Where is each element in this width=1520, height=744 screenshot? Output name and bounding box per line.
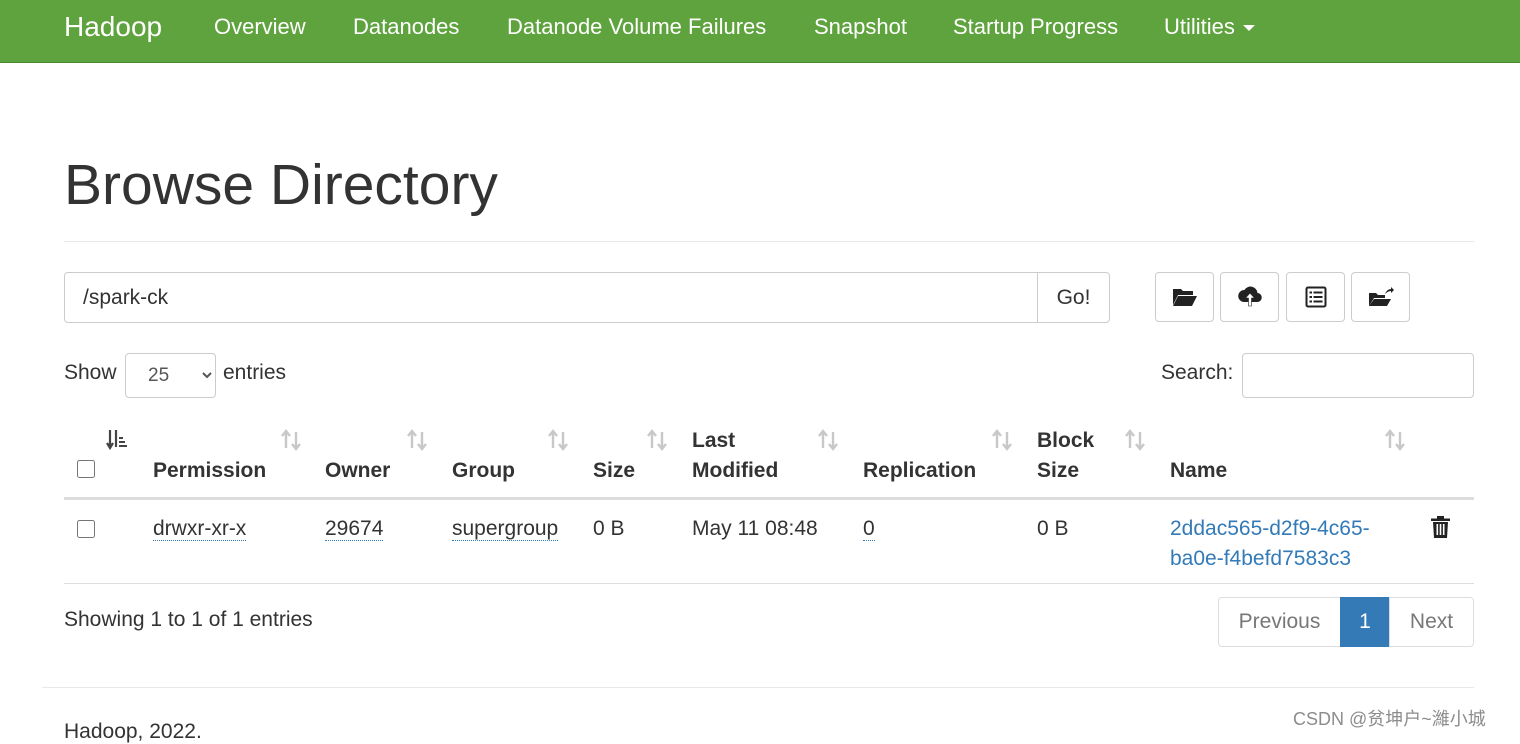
move-files-button[interactable] <box>1351 272 1410 322</box>
previous-page-button[interactable]: Previous <box>1218 597 1341 647</box>
upload-files-button[interactable] <box>1220 272 1279 322</box>
sort-icon[interactable] <box>279 428 303 452</box>
column-header-block-size-line1[interactable]: Block <box>1037 426 1094 456</box>
navbar-brand[interactable]: Hadoop <box>64 11 162 43</box>
entries-label: entries <box>223 361 287 384</box>
replication-value[interactable]: 0 <box>863 517 875 541</box>
nav-snapshot[interactable]: Snapshot <box>814 14 907 40</box>
watermark: CSDN @贫坤户~濰小城 <box>1293 709 1486 729</box>
column-header-replication[interactable]: Replication <box>863 456 976 486</box>
top-navbar: Hadoop Overview Datanodes Datanode Volum… <box>0 0 1520 63</box>
show-label: Show <box>64 361 117 384</box>
sort-icon[interactable] <box>405 428 429 452</box>
footer-text: Hadoop, 2022. <box>64 720 202 743</box>
sort-icon[interactable] <box>645 428 669 452</box>
owner-value[interactable]: 29674 <box>325 517 384 541</box>
list-alt-icon <box>1305 286 1326 308</box>
sort-icon[interactable] <box>990 428 1014 452</box>
cloud-upload-icon <box>1237 286 1262 307</box>
file-name-link[interactable]: 2ddac565-d2f9-4c65- ba0e-f4befd7583c3 <box>1170 514 1370 574</box>
page-title: Browse Directory <box>64 153 498 217</box>
cell-replication: 0 <box>863 514 875 544</box>
header-divider <box>64 241 1474 242</box>
column-header-name[interactable]: Name <box>1170 456 1227 486</box>
page-1-button[interactable]: 1 <box>1340 597 1390 647</box>
footer-divider <box>42 687 1474 688</box>
sort-icon[interactable] <box>1123 428 1147 452</box>
column-header-last-modified-line1[interactable]: Last <box>692 426 735 456</box>
cell-permission: drwxr-xr-x <box>153 514 247 544</box>
sort-icon[interactable] <box>546 428 570 452</box>
directory-path-input[interactable] <box>64 272 1038 323</box>
folder-open-icon <box>1172 289 1197 306</box>
go-button[interactable]: Go! <box>1037 272 1110 323</box>
folder-move-icon <box>1368 287 1394 306</box>
table-info: Showing 1 to 1 of 1 entries <box>64 608 313 631</box>
nav-utilities-dropdown[interactable]: Utilities <box>1164 14 1255 40</box>
select-all-checkbox[interactable] <box>77 460 95 478</box>
sort-icon[interactable] <box>816 428 840 452</box>
column-header-group[interactable]: Group <box>452 456 515 486</box>
entries-per-page-select[interactable]: 25 <box>125 353 216 398</box>
cell-last-modified: May 11 08:48 <box>692 517 818 540</box>
sort-icon[interactable] <box>1383 428 1407 452</box>
row-select-checkbox[interactable] <box>77 520 95 538</box>
search-label: Search: <box>1161 361 1234 384</box>
cut-paste-button[interactable] <box>1286 272 1345 322</box>
nav-startup-progress[interactable]: Startup Progress <box>953 14 1118 40</box>
table-row-divider <box>64 583 1474 584</box>
column-header-size[interactable]: Size <box>593 456 635 486</box>
file-name-line1: 2ddac565-d2f9-4c65- <box>1170 517 1370 540</box>
nav-overview[interactable]: Overview <box>214 14 306 40</box>
nav-datanode-volume-failures[interactable]: Datanode Volume Failures <box>507 14 766 40</box>
trash-icon[interactable] <box>1430 515 1451 539</box>
search-input[interactable] <box>1242 353 1474 398</box>
caret-down-icon <box>1242 25 1255 32</box>
nav-utilities-label: Utilities <box>1164 14 1235 39</box>
cell-block-size: 0 B <box>1037 517 1069 540</box>
column-header-block-size-line2[interactable]: Size <box>1037 456 1079 486</box>
column-header-owner[interactable]: Owner <box>325 456 390 486</box>
nav-datanodes[interactable]: Datanodes <box>353 14 459 40</box>
cell-size: 0 B <box>593 517 625 540</box>
table-header-divider <box>64 497 1474 500</box>
column-header-last-modified-line2[interactable]: Modified <box>692 456 778 486</box>
group-value[interactable]: supergroup <box>452 517 559 541</box>
file-name-line2: ba0e-f4befd7583c3 <box>1170 547 1351 570</box>
cell-owner: 29674 <box>325 514 384 544</box>
create-directory-button[interactable] <box>1155 272 1214 322</box>
next-page-button[interactable]: Next <box>1389 597 1474 647</box>
permission-value[interactable]: drwxr-xr-x <box>153 517 247 541</box>
column-header-permission[interactable]: Permission <box>153 456 266 486</box>
sort-ascending-icon[interactable] <box>106 428 130 452</box>
cell-group: supergroup <box>452 514 559 544</box>
